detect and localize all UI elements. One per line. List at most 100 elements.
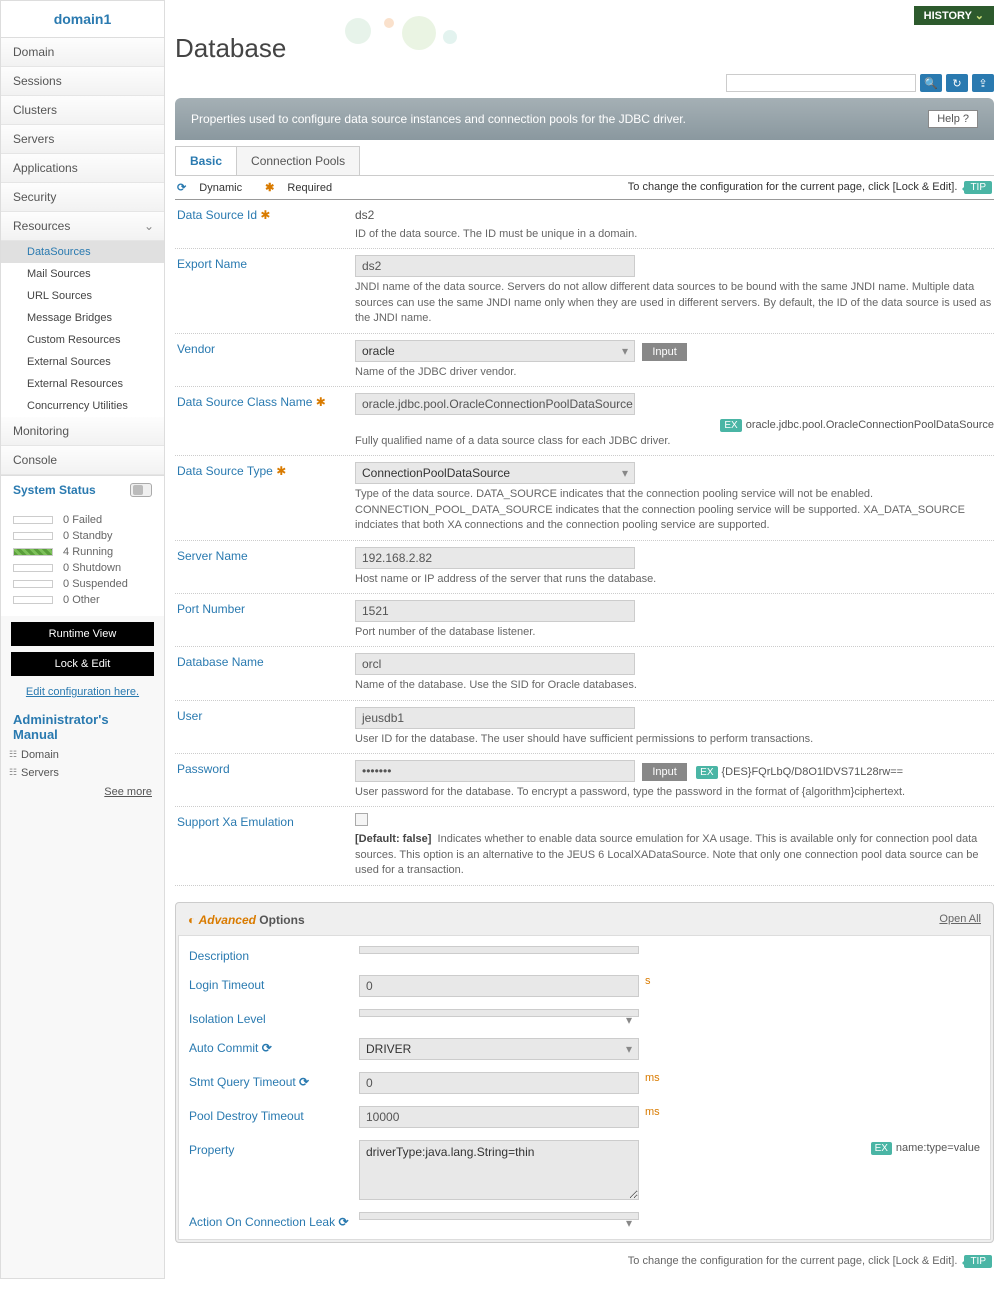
tab-basic[interactable]: Basic [175, 146, 237, 175]
help-ds-class: Fully qualified name of a data source cl… [355, 434, 994, 449]
subnav-custom[interactable]: Custom Resources [1, 329, 164, 351]
nav-monitoring[interactable]: Monitoring [1, 417, 164, 446]
status-standby: 0 Standby [13, 528, 152, 544]
status-failed: 0 Failed [13, 512, 152, 528]
system-status-header: System Status [1, 475, 164, 504]
status-shutdown: 0 Shutdown [13, 560, 152, 576]
help-user: User ID for the database. The user shoul… [355, 732, 994, 747]
label-server-name: Server Name [175, 547, 355, 587]
nav-clusters[interactable]: Clusters [1, 96, 164, 125]
input-db-name[interactable]: orcl [355, 653, 635, 675]
select-action-leak[interactable] [359, 1212, 639, 1220]
nav-domain[interactable]: Domain [1, 38, 164, 67]
ex-property: name:type=value [896, 1142, 980, 1154]
unit-stmt: ms [645, 1072, 660, 1084]
resources-subnav: DataSources Mail Sources URL Sources Mes… [1, 241, 164, 417]
domain-title: domain1 [1, 1, 164, 38]
nav-servers[interactable]: Servers [1, 125, 164, 154]
password-input-button[interactable]: Input [642, 763, 686, 781]
help-xa: [Default: false] Indicates whether to en… [355, 832, 994, 878]
input-user[interactable]: jeusdb1 [355, 707, 635, 729]
open-all-link[interactable]: Open All [939, 913, 981, 927]
input-stmt-timeout[interactable]: 0 [359, 1072, 639, 1094]
toggle-icon[interactable] [130, 483, 152, 497]
bottom-tip-row: To change the configuration for the curr… [175, 1243, 994, 1279]
select-ds-type[interactable]: ConnectionPoolDataSource [355, 462, 635, 484]
help-button[interactable]: Help ? [928, 110, 978, 128]
label-user: User [175, 707, 355, 747]
label-isolation: Isolation Level [189, 1009, 359, 1026]
runtime-view-button[interactable]: Runtime View [11, 622, 154, 646]
nav-applications[interactable]: Applications [1, 154, 164, 183]
label-login-timeout: Login Timeout [189, 975, 359, 992]
status-list: 0 Failed 0 Standby 4 Running 0 Shutdown … [1, 504, 164, 616]
nav-sessions[interactable]: Sessions [1, 67, 164, 96]
select-isolation[interactable] [359, 1009, 639, 1017]
page-title: Database [175, 31, 994, 72]
help-password: User password for the database. To encry… [355, 785, 994, 800]
input-password[interactable]: ••••••• [355, 760, 635, 782]
nav-console[interactable]: Console [1, 446, 164, 475]
search-icon[interactable]: 🔍 [920, 74, 942, 92]
input-server-name[interactable]: 192.168.2.82 [355, 547, 635, 569]
input-port[interactable]: 1521 [355, 600, 635, 622]
admin-servers[interactable]: Servers [1, 764, 164, 782]
sidebar: domain1 Domain Sessions Clusters Servers… [0, 0, 165, 1279]
input-description[interactable] [359, 946, 639, 954]
ex-badge-pw: EX [696, 766, 717, 779]
tip-badge: TIP [964, 181, 992, 194]
export-icon[interactable]: ⇪ [972, 74, 994, 92]
edit-config-link[interactable]: Edit configuration here. [1, 682, 164, 702]
subnav-mail[interactable]: Mail Sources [1, 263, 164, 285]
banner-text: Properties used to configure data source… [191, 112, 686, 126]
tip-text: To change the configuration for the curr… [628, 181, 958, 193]
help-port: Port number of the database listener. [355, 625, 994, 640]
nav-security[interactable]: Security [1, 183, 164, 212]
label-ds-class: Data Source Class Name ✱ [175, 393, 355, 449]
lock-edit-button[interactable]: Lock & Edit [11, 652, 154, 676]
input-pool-timeout[interactable]: 10000 [359, 1106, 639, 1128]
subnav-extres[interactable]: External Resources [1, 373, 164, 395]
help-db-name: Name of the database. Use the SID for Or… [355, 678, 994, 693]
ex-badge-prop: EX [871, 1142, 892, 1155]
ex-ds-class: oracle.jdbc.pool.OracleConnectionPoolDat… [746, 419, 994, 431]
ex-badge: EX [720, 419, 741, 432]
checkbox-xa[interactable] [355, 813, 368, 826]
help-export-name: JNDI name of the data source. Servers do… [355, 280, 994, 326]
textarea-property[interactable]: driverType:java.lang.String=thin [359, 1140, 639, 1200]
admin-domain[interactable]: Domain [1, 746, 164, 764]
refresh-icon[interactable]: ↻ [946, 74, 968, 92]
status-running: 4 Running [13, 544, 152, 560]
search-input[interactable] [726, 74, 916, 92]
subnav-extsrc[interactable]: External Sources [1, 351, 164, 373]
label-action-leak: Action On Connection Leak ⟳ [189, 1212, 359, 1229]
help-server-name: Host name or IP address of the server th… [355, 572, 994, 587]
label-db-name: Database Name [175, 653, 355, 693]
help-data-source-id: ID of the data source. The ID must be un… [355, 227, 994, 242]
see-more-link[interactable]: See more [1, 782, 164, 802]
input-login-timeout[interactable]: 0 [359, 975, 639, 997]
input-export-name[interactable]: ds2 [355, 255, 635, 277]
vendor-input-button[interactable]: Input [642, 343, 686, 361]
tip-badge-bottom: TIP [964, 1255, 992, 1268]
subnav-bridges[interactable]: Message Bridges [1, 307, 164, 329]
required-icon: ✱ [265, 182, 274, 194]
subnav-datasources[interactable]: DataSources [1, 241, 164, 263]
label-description: Description [189, 946, 359, 963]
subnav-url[interactable]: URL Sources [1, 285, 164, 307]
label-ds-type: Data Source Type ✱ [175, 462, 355, 533]
top-toolbar: HISTORY [175, 4, 994, 31]
label-vendor: Vendor [175, 340, 355, 380]
subnav-concurrency[interactable]: Concurrency Utilities [1, 395, 164, 417]
select-vendor[interactable]: oracle [355, 340, 635, 362]
dynamic-icon: ⟳ [177, 182, 186, 194]
system-status-label: System Status [13, 483, 96, 497]
status-suspended: 0 Suspended [13, 576, 152, 592]
label-port: Port Number [175, 600, 355, 640]
tab-connection-pools[interactable]: Connection Pools [236, 146, 360, 175]
select-autocommit[interactable]: DRIVER [359, 1038, 639, 1060]
input-ds-class[interactable]: oracle.jdbc.pool.OracleConnectionPoolDat… [355, 393, 635, 415]
history-button[interactable]: HISTORY [914, 6, 994, 25]
nav-resources[interactable]: Resources [1, 212, 164, 241]
label-autocommit: Auto Commit ⟳ [189, 1038, 359, 1055]
